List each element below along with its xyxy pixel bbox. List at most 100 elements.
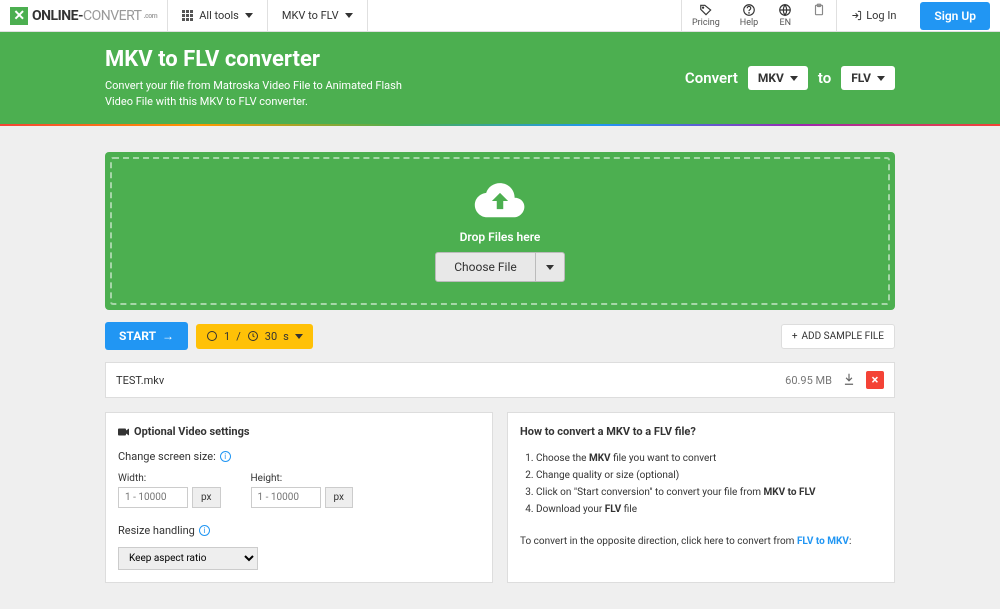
top-header: ✕ ONLINE-CONVERT.com All tools MKV to FL… — [0, 0, 1000, 32]
chevron-down-icon — [295, 334, 303, 339]
globe-icon — [778, 3, 792, 17]
height-input[interactable] — [251, 487, 321, 508]
width-field: Width: px — [118, 473, 221, 508]
choose-file-label: Choose File — [436, 253, 535, 281]
settings-panel: Optional Video settings Change screen si… — [105, 412, 493, 583]
grid-icon — [182, 10, 193, 21]
drop-zone[interactable]: Drop Files here Choose File — [105, 152, 895, 310]
login-button[interactable]: Log In — [837, 9, 910, 22]
screen-size-label: Change screen size: i — [118, 450, 480, 463]
pricing-button[interactable]: Pricing — [682, 0, 730, 32]
logo[interactable]: ✕ ONLINE-CONVERT.com — [0, 7, 167, 25]
signup-label: Sign Up — [934, 9, 976, 23]
language-button[interactable]: EN — [768, 0, 802, 32]
all-tools-label: All tools — [199, 9, 239, 22]
from-format-value: MKV — [758, 71, 784, 85]
plus-icon: + — [792, 331, 798, 342]
login-label: Log In — [866, 9, 896, 22]
chevron-down-icon — [790, 76, 798, 81]
chevron-down-icon — [345, 13, 353, 18]
howto-steps: Choose the MKV file you want to convert … — [536, 450, 882, 518]
chevron-down-icon — [877, 76, 885, 81]
width-unit: px — [192, 487, 221, 508]
hero-text: MKV to FLV converter Convert your file f… — [105, 47, 405, 109]
to-format-select[interactable]: FLV — [841, 66, 895, 90]
howto-step: Choose the MKV file you want to convert — [536, 450, 882, 467]
close-icon: × — [872, 373, 879, 388]
credits-time: 30 — [265, 330, 277, 343]
login-icon — [851, 10, 862, 21]
help-label: Help — [740, 18, 758, 28]
logo-sup: .com — [144, 12, 158, 20]
format-selector: Convert MKV to FLV — [685, 66, 895, 90]
howto-step: Download your FLV file — [536, 501, 882, 518]
settings-title-text: Optional Video settings — [134, 425, 250, 438]
resize-text: Resize handling — [118, 524, 195, 537]
clipboard-label — [818, 18, 820, 28]
width-input[interactable] — [118, 487, 188, 508]
signup-button[interactable]: Sign Up — [920, 2, 990, 30]
reverse-link[interactable]: FLV to MKV — [797, 536, 849, 547]
resize-select[interactable]: Keep aspect ratio — [118, 547, 258, 570]
download-file-button[interactable] — [842, 372, 856, 389]
download-icon — [842, 372, 856, 386]
chevron-down-icon — [546, 265, 554, 270]
coin-icon — [206, 330, 218, 342]
start-button[interactable]: START → — [105, 322, 188, 350]
howto-panel: How to convert a MKV to a FLV file? Choo… — [507, 412, 895, 583]
action-bar: START → 1 / 30 s + ADD SAMPLE FILE — [105, 322, 895, 350]
all-tools-button[interactable]: All tools — [168, 0, 267, 32]
logo-action: CONVERT — [83, 8, 142, 24]
pricing-label: Pricing — [692, 18, 720, 28]
credits-unit: s — [283, 330, 289, 343]
file-row: TEST.mkv 60.95 MB × — [105, 362, 895, 398]
logo-brand: ONLINE- — [32, 8, 83, 24]
width-label: Width: — [118, 473, 221, 484]
page-title: MKV to FLV converter — [105, 47, 405, 72]
language-label: EN — [779, 18, 791, 28]
clock-icon — [247, 330, 259, 342]
reverse-post: : — [849, 536, 851, 547]
credits-button[interactable]: 1 / 30 s — [196, 324, 313, 349]
page-subtitle: Convert your file from Matroska Video Fi… — [105, 78, 405, 109]
add-sample-label: ADD SAMPLE FILE — [802, 331, 885, 342]
from-format-select[interactable]: MKV — [748, 66, 808, 90]
choose-file-dropdown[interactable] — [536, 253, 564, 281]
drop-text: Drop Files here — [460, 230, 541, 244]
cloud-upload-icon — [474, 180, 526, 222]
hero-banner: MKV to FLV converter Convert your file f… — [0, 32, 1000, 124]
delete-file-button[interactable]: × — [866, 371, 884, 389]
logo-icon: ✕ — [10, 7, 28, 25]
video-icon — [118, 427, 130, 437]
file-name: TEST.mkv — [116, 374, 785, 387]
resize-label: Resize handling i — [118, 524, 480, 537]
main-container: Drop Files here Choose File START → 1 / … — [105, 126, 895, 609]
choose-file-button[interactable]: Choose File — [435, 252, 564, 282]
screen-size-text: Change screen size: — [118, 450, 216, 463]
height-label: Height: — [251, 473, 354, 484]
credits-sep: / — [236, 330, 241, 343]
breadcrumb-button[interactable]: MKV to FLV — [268, 0, 367, 32]
info-icon[interactable]: i — [220, 451, 231, 462]
height-unit: px — [325, 487, 354, 508]
header-right: Pricing Help EN Log In Sign Up — [681, 0, 1000, 32]
separator — [367, 0, 368, 32]
info-icon[interactable]: i — [199, 525, 210, 536]
reverse-pre: To convert in the opposite direction, cl… — [520, 536, 797, 547]
clipboard-button[interactable] — [802, 0, 836, 32]
credits-count: 1 — [224, 330, 230, 343]
to-label: to — [818, 69, 831, 87]
breadcrumb-label: MKV to FLV — [282, 9, 339, 22]
arrow-right-icon: → — [162, 329, 174, 343]
convert-label: Convert — [685, 69, 738, 87]
to-format-value: FLV — [851, 71, 871, 85]
howto-step: Click on "Start conversion" to convert y… — [536, 484, 882, 501]
help-icon — [742, 3, 756, 17]
height-field: Height: px — [251, 473, 354, 508]
chevron-down-icon — [245, 13, 253, 18]
tag-icon — [699, 3, 713, 17]
howto-step: Change quality or size (optional) — [536, 467, 882, 484]
add-sample-button[interactable]: + ADD SAMPLE FILE — [781, 324, 895, 349]
settings-title: Optional Video settings — [118, 425, 480, 438]
help-button[interactable]: Help — [730, 0, 768, 32]
